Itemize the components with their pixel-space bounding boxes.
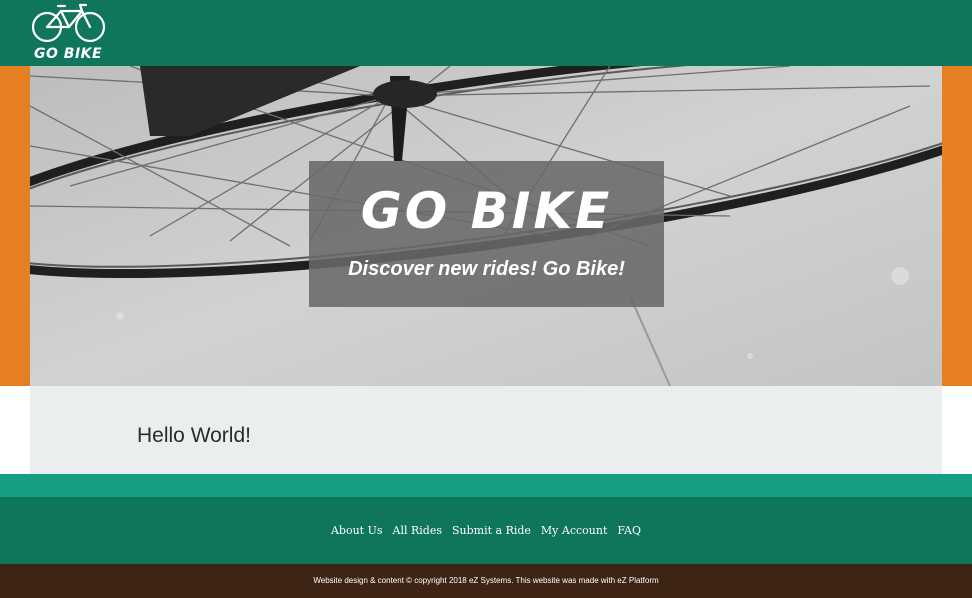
copyright-bar: Website design & content © copyright 201… bbox=[0, 564, 972, 598]
footer-nav: About Us All Rides Submit a Ride My Acco… bbox=[0, 497, 972, 564]
page-title: Hello World! bbox=[137, 424, 251, 447]
copyright-text: Website design & content © copyright 201… bbox=[313, 576, 659, 585]
logo-text: GO BIKE bbox=[34, 46, 103, 62]
site-logo[interactable]: GO BIKE bbox=[30, 3, 110, 63]
footer-link-submit-ride[interactable]: Submit a Ride bbox=[452, 523, 531, 539]
footer-accent-band bbox=[0, 474, 972, 497]
site-header: GO BIKE bbox=[0, 0, 972, 66]
footer-link-all-rides[interactable]: All Rides bbox=[393, 523, 442, 539]
footer-link-my-account[interactable]: My Account bbox=[541, 523, 607, 539]
hero-title: GO BIKE bbox=[360, 182, 613, 240]
hero-title-box: GO BIKE Discover new rides! Go Bike! bbox=[309, 161, 664, 307]
hero-subtitle: Discover new rides! Go Bike! bbox=[348, 258, 625, 280]
footer-link-faq[interactable]: FAQ bbox=[617, 523, 641, 539]
bicycle-icon bbox=[31, 3, 106, 43]
footer-link-about-us[interactable]: About Us bbox=[331, 523, 383, 539]
main-content: Hello World! bbox=[30, 386, 942, 474]
footer-nav-list: About Us All Rides Submit a Ride My Acco… bbox=[0, 523, 972, 539]
